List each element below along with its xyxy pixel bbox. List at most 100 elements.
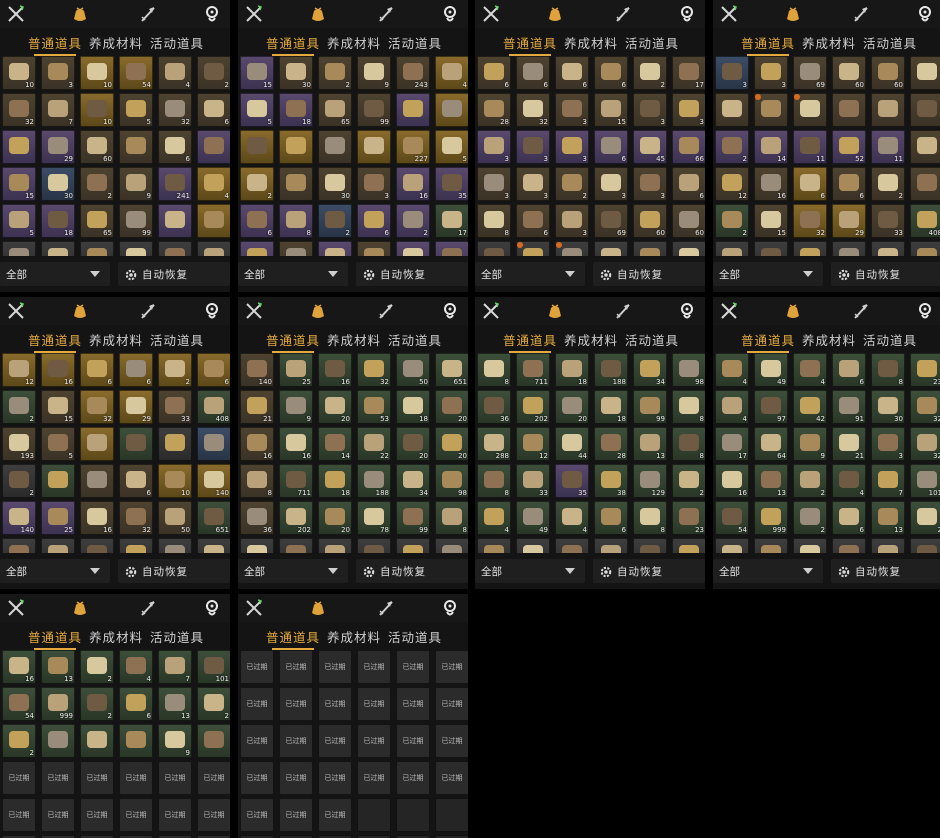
item-slot-expired[interactable]: 已过期 [119,798,153,832]
item-slot-expired[interactable]: 已过期 [240,761,274,795]
item-slot[interactable]: 64 [754,427,788,461]
item-slot[interactable] [435,538,468,553]
item-slot[interactable] [832,241,866,256]
item-slot[interactable] [910,241,940,256]
item-slot[interactable]: 99 [633,390,667,424]
tab-0[interactable]: 普通道具 [741,330,795,353]
item-slot-expired[interactable]: 已过期 [396,761,430,795]
item-slot[interactable]: 28 [240,241,274,256]
item-slot[interactable]: 188 [594,353,628,387]
money-bag-button[interactable] [70,598,90,618]
filter-dropdown[interactable]: 全部 [0,559,110,583]
item-slot[interactable]: 9 [793,427,827,461]
item-slot[interactable]: 20 [318,390,352,424]
item-slot[interactable] [555,538,589,553]
item-slot[interactable]: 5 [435,130,468,164]
item-slot[interactable]: 3 [477,167,511,201]
quill-sword-button[interactable] [613,4,633,24]
item-slot-expired[interactable]: 已过期 [396,687,430,721]
item-slot[interactable]: 2 [2,464,36,498]
item-slot[interactable]: 32 [910,390,940,424]
item-slot[interactable]: 6 [672,167,705,201]
item-slot-expired[interactable]: 已过期 [357,761,391,795]
item-slot-expired[interactable]: 已过期 [396,724,430,758]
item-slot[interactable]: 32 [516,93,550,127]
item-slot[interactable]: 32 [80,390,114,424]
item-slot[interactable]: 30 [41,167,75,201]
item-slot[interactable]: 3 [516,167,550,201]
quill-sword-button[interactable] [138,598,158,618]
item-slot[interactable]: 6 [119,687,153,721]
item-slot[interactable] [318,538,352,553]
item-slot[interactable]: 3 [754,56,788,90]
item-slot[interactable]: 140 [197,464,230,498]
item-slot[interactable]: 32 [158,93,192,127]
item-slot-expired[interactable]: 已过期 [318,798,352,832]
item-slot-expired[interactable]: 已过期 [279,724,313,758]
tab-1[interactable]: 养成材料 [802,330,856,349]
item-slot[interactable]: 16 [754,167,788,201]
item-slot[interactable]: 4 [435,56,468,90]
item-slot-expired[interactable]: 已过期 [80,798,114,832]
crossed-tools-button[interactable] [244,4,264,24]
item-slot[interactable]: 999 [41,687,75,721]
item-slot[interactable]: 10 [80,56,114,90]
item-slot[interactable]: 54 [119,56,153,90]
item-slot[interactable]: 16 [715,464,749,498]
item-slot[interactable]: 69 [594,204,628,238]
map-pin-button[interactable] [440,598,460,618]
item-slot[interactable] [672,538,705,553]
item-slot-expired[interactable]: 已过期 [435,761,468,795]
quill-sword-button[interactable] [376,598,396,618]
item-slot-expired[interactable]: 已过期 [279,798,313,832]
item-slot-expired[interactable]: 已过期 [318,761,352,795]
item-slot[interactable] [715,538,749,553]
tab-1[interactable]: 养成材料 [89,330,143,349]
item-slot[interactable]: 38 [594,464,628,498]
item-slot[interactable]: 15 [2,167,36,201]
item-slot[interactable]: 8 [672,390,705,424]
item-slot[interactable]: 2 [672,464,705,498]
item-slot[interactable]: 3 [633,93,667,127]
item-slot[interactable]: 34 [396,464,430,498]
item-slot[interactable] [633,538,667,553]
item-slot[interactable] [715,93,749,127]
item-slot[interactable]: 13 [754,464,788,498]
item-slot-expired[interactable]: 已过期 [318,724,352,758]
item-slot[interactable]: 9 [119,167,153,201]
item-slot[interactable]: 6 [793,167,827,201]
item-slot-expired[interactable]: 已过期 [435,687,468,721]
item-slot[interactable]: 49 [754,353,788,387]
item-slot-expired[interactable]: 已过期 [240,650,274,684]
item-slot[interactable] [910,538,940,553]
item-slot-expired[interactable]: 已过期 [2,798,36,832]
item-slot[interactable]: 54 [715,501,749,535]
item-slot[interactable]: 2 [2,724,36,758]
quill-sword-button[interactable] [851,301,871,321]
item-slot[interactable] [910,167,940,201]
item-slot[interactable]: 6 [594,130,628,164]
item-slot[interactable] [715,241,749,256]
item-slot[interactable] [910,93,940,127]
item-slot[interactable]: 227 [396,130,430,164]
tab-2[interactable]: 活动道具 [625,330,679,349]
item-slot[interactable]: 53 [357,390,391,424]
item-slot[interactable] [832,538,866,553]
item-slot[interactable]: 8 [477,204,511,238]
item-slot[interactable] [910,56,940,90]
item-slot[interactable]: 2 [871,167,905,201]
money-bag-button[interactable] [545,301,565,321]
item-slot[interactable]: 6 [594,56,628,90]
item-slot[interactable]: 202 [516,390,550,424]
item-slot[interactable] [119,427,153,461]
item-slot[interactable]: 2 [318,204,352,238]
item-slot[interactable]: 6 [357,204,391,238]
item-slot[interactable] [594,538,628,553]
item-slot[interactable]: 2 [197,56,230,90]
item-slot[interactable]: 10 [158,464,192,498]
item-slot-expired[interactable]: 已过期 [197,761,230,795]
item-slot[interactable]: 16 [41,353,75,387]
crossed-tools-button[interactable] [6,598,26,618]
item-slot[interactable]: 28 [594,427,628,461]
item-slot-expired[interactable]: 已过期 [279,761,313,795]
